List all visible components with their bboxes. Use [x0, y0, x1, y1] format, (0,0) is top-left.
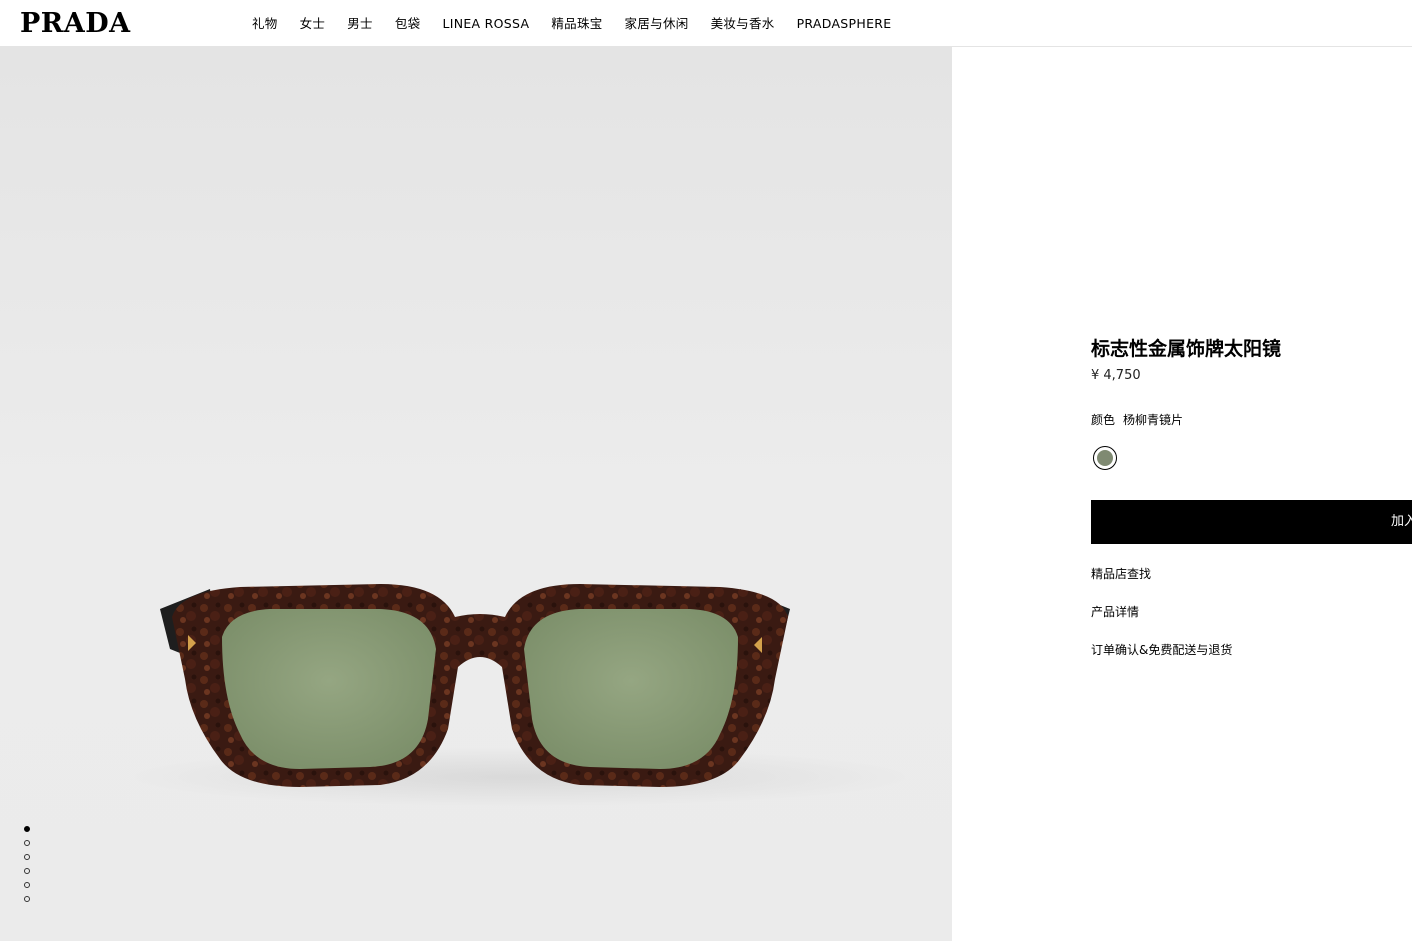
main-nav: 礼物 女士 男士 包袋 LINEA ROSSA 精品珠宝 家居与休闲 美妆与香水… — [252, 16, 891, 31]
gallery-pagination — [24, 826, 30, 902]
gallery-dot-6[interactable] — [24, 896, 30, 902]
product-title: 标志性金属饰牌太阳镜 — [1091, 338, 1282, 360]
gallery-dot-1[interactable] — [24, 826, 30, 832]
nav-item-men[interactable]: 男士 — [347, 16, 373, 31]
color-label: 颜色 — [1091, 413, 1116, 427]
product-price: ¥ 4,750 — [1091, 368, 1141, 383]
nav-item-bags[interactable]: 包袋 — [395, 16, 421, 31]
gallery-dot-3[interactable] — [24, 854, 30, 860]
product-details-link[interactable]: 产品详情 — [1091, 603, 1139, 620]
product-details-panel: 标志性金属饰牌太阳镜 ¥ 4,750 颜色 杨柳青镜片 加入 精品店查找 产品详情… — [952, 47, 1412, 941]
gallery-dot-2[interactable] — [24, 840, 30, 846]
sunglasses-product-image — [160, 584, 790, 787]
color-value: 杨柳青镜片 — [1123, 413, 1184, 427]
store-locator-link[interactable]: 精品店查找 — [1091, 565, 1151, 582]
nav-item-jewelry[interactable]: 精品珠宝 — [551, 16, 602, 31]
prada-logo[interactable]: PRADA — [20, 8, 131, 39]
swatch-fill — [1097, 450, 1113, 466]
color-info: 颜色 杨柳青镜片 — [1091, 411, 1183, 428]
nav-item-women[interactable]: 女士 — [300, 16, 326, 31]
nav-item-linea-rossa[interactable]: LINEA ROSSA — [442, 16, 529, 31]
nav-item-pradasphere[interactable]: PRADASPHERE — [797, 16, 892, 31]
shipping-returns-link[interactable]: 订单确认&免费配送与退货 — [1091, 641, 1232, 658]
add-to-cart-button[interactable]: 加入 — [1091, 500, 1412, 544]
nav-item-gifts[interactable]: 礼物 — [252, 16, 278, 31]
nav-item-home-leisure[interactable]: 家居与休闲 — [625, 16, 689, 31]
product-image-gallery[interactable] — [0, 47, 952, 941]
gallery-dot-4[interactable] — [24, 868, 30, 874]
site-header: PRADA 礼物 女士 男士 包袋 LINEA ROSSA 精品珠宝 家居与休闲… — [0, 0, 1412, 47]
nav-item-beauty-fragrance[interactable]: 美妆与香水 — [711, 16, 775, 31]
gallery-dot-5[interactable] — [24, 882, 30, 888]
color-swatch-selected[interactable] — [1093, 446, 1117, 470]
